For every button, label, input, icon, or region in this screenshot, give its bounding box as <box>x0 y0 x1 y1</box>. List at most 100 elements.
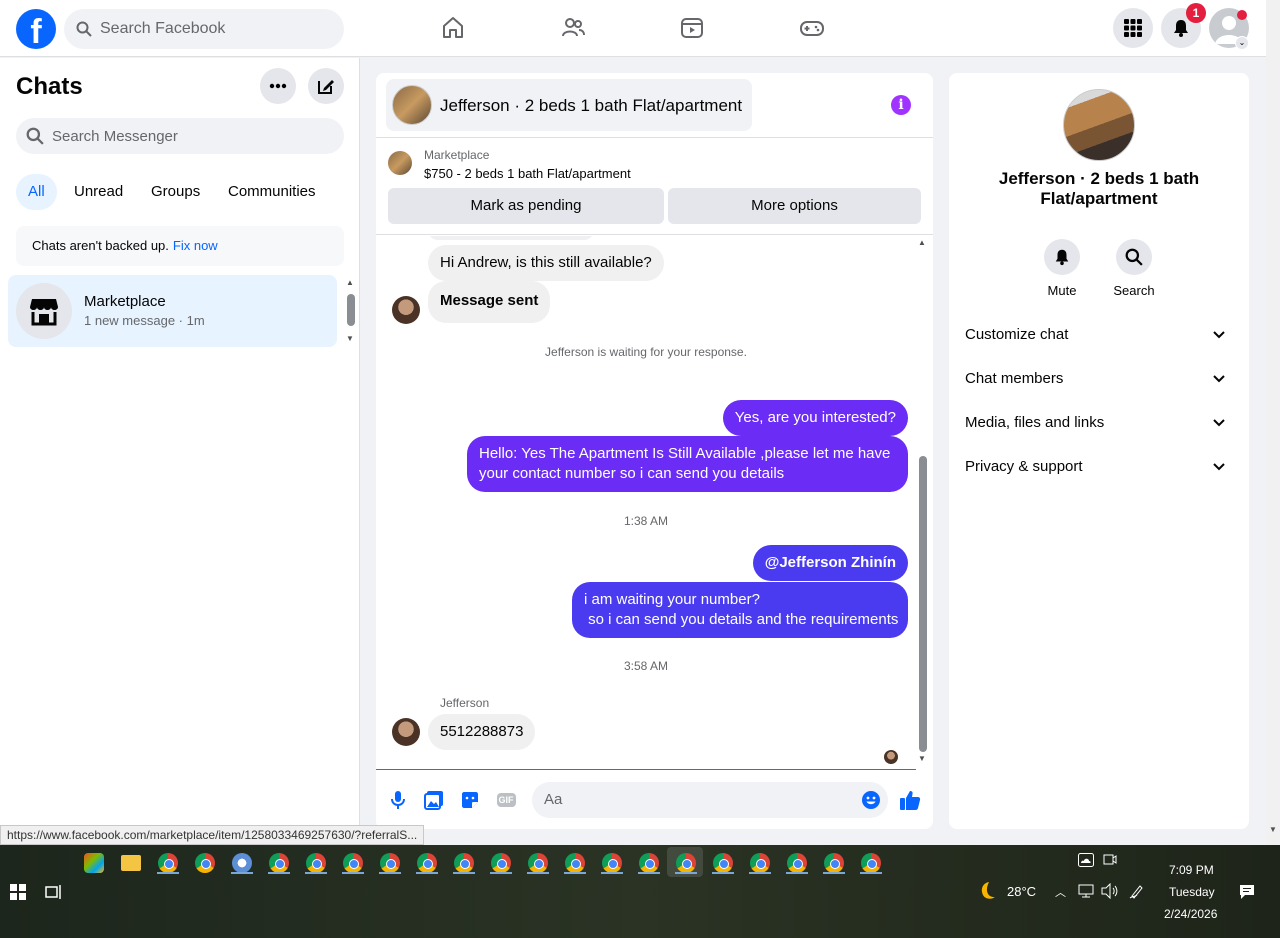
fix-now-link[interactable]: Fix now <box>173 238 218 253</box>
video-icon[interactable] <box>678 14 706 42</box>
chrome-icon[interactable] <box>824 853 844 873</box>
info-icon[interactable]: i <box>891 95 911 115</box>
chrome-icon[interactable] <box>639 853 659 873</box>
chrome-icon[interactable] <box>528 853 548 873</box>
copilot-icon[interactable] <box>84 853 104 873</box>
chrome-icon[interactable] <box>676 853 696 873</box>
chat-list-item-marketplace[interactable]: Marketplace 1 new message · 1m <box>8 275 337 347</box>
scroll-up-arrow-icon[interactable]: ▲ <box>346 278 354 287</box>
conversation-header-button[interactable]: Jefferson · 2 beds 1 bath Flat/apartment <box>386 79 752 131</box>
app-icon[interactable] <box>232 853 252 873</box>
scroll-down-arrow-icon[interactable]: ▼ <box>346 334 354 343</box>
facebook-logo-icon[interactable]: f <box>16 9 56 49</box>
message-list[interactable]: Hi Andrew, is this still available? Mess… <box>376 236 916 768</box>
sticker-icon[interactable] <box>459 789 481 811</box>
listing-price-title[interactable]: $750 - 2 beds 1 bath Flat/apartment <box>424 166 631 181</box>
chrome-icon[interactable] <box>417 853 437 873</box>
sender-avatar[interactable] <box>392 718 420 746</box>
thumbs-up-icon[interactable] <box>899 789 921 811</box>
new-message-button[interactable] <box>308 68 344 104</box>
chrome-icon[interactable] <box>861 853 881 873</box>
meet-icon[interactable] <box>1103 853 1117 871</box>
listing-photo[interactable] <box>1063 89 1135 161</box>
chat-members-section[interactable]: Chat members <box>965 361 1233 397</box>
taskbar-running-indicator <box>416 872 438 874</box>
bell-icon <box>1044 239 1080 275</box>
emoji-icon[interactable] <box>860 789 882 811</box>
search-in-conversation-button[interactable]: Search <box>1104 239 1164 298</box>
details-title: Jefferson · 2 beds 1 bath Flat/apartment <box>998 169 1200 208</box>
chat-item-name: Marketplace <box>84 293 166 310</box>
message-bubble-incoming: 5512288873 <box>428 714 536 750</box>
chrome-icon[interactable] <box>787 853 807 873</box>
chat-list-scrollbar[interactable]: ▲ ▼ <box>345 278 357 346</box>
message-input[interactable]: Aa <box>532 782 888 818</box>
mute-button[interactable]: Mute <box>1032 239 1092 298</box>
more-options-button[interactable]: More options <box>668 188 921 224</box>
chrome-icon[interactable] <box>380 853 400 873</box>
temperature[interactable]: 28°C <box>1007 884 1036 899</box>
chevron-down-icon[interactable]: ⌄ <box>1235 36 1249 50</box>
tab-groups[interactable]: Groups <box>139 174 212 210</box>
tab-unread[interactable]: Unread <box>62 174 135 210</box>
scroll-thumb[interactable] <box>919 456 927 752</box>
message-bubble-outgoing: Hello: Yes The Apartment Is Still Availa… <box>467 436 908 492</box>
chrome-icon[interactable] <box>565 853 585 873</box>
clock-day[interactable]: Tuesday <box>1169 885 1215 899</box>
chrome-icon[interactable] <box>343 853 363 873</box>
microphone-icon[interactable] <box>387 789 409 811</box>
mark-as-pending-button[interactable]: Mark as pending <box>388 188 664 224</box>
taskbar-running-indicator <box>453 872 475 874</box>
chat-options-button[interactable] <box>260 68 296 104</box>
taskbar-running-indicator <box>268 872 290 874</box>
weather-moon-icon[interactable] <box>975 880 997 906</box>
scroll-down-arrow-icon[interactable]: ▼ <box>1269 825 1277 834</box>
gif-icon[interactable]: GIF <box>495 789 517 811</box>
customize-chat-section[interactable]: Customize chat <box>965 317 1233 353</box>
facebook-search-input[interactable]: Search Facebook <box>64 9 344 49</box>
taskbar-running-indicator <box>379 872 401 874</box>
chrome-icon[interactable] <box>713 853 733 873</box>
privacy-support-section[interactable]: Privacy & support <box>965 449 1233 485</box>
windows-start-icon[interactable] <box>10 884 26 904</box>
timestamp: 3:58 AM <box>623 659 669 673</box>
pen-icon[interactable] <box>1129 883 1145 903</box>
gaming-icon[interactable] <box>798 14 826 42</box>
scroll-down-arrow-icon[interactable]: ▼ <box>918 754 926 763</box>
volume-icon[interactable] <box>1101 882 1119 903</box>
chevron-down-icon <box>1213 361 1225 411</box>
file-explorer-icon[interactable] <box>121 855 141 871</box>
task-view-icon[interactable] <box>45 884 63 904</box>
onedrive-icon[interactable] <box>1078 853 1094 871</box>
scroll-up-arrow-icon[interactable]: ▲ <box>918 238 926 247</box>
conversation-panel: Jefferson · 2 beds 1 bath Flat/apartment… <box>376 73 933 829</box>
chrome-icon[interactable] <box>269 853 289 873</box>
message-scrollbar[interactable]: ▲ ▼ <box>917 238 929 764</box>
scroll-thumb[interactable] <box>347 294 355 326</box>
sender-avatar[interactable] <box>392 296 420 324</box>
network-icon[interactable] <box>1078 884 1094 902</box>
notifications-button[interactable]: 1 <box>1161 3 1206 48</box>
notification-center-icon[interactable] <box>1239 884 1255 904</box>
home-icon[interactable] <box>439 14 467 42</box>
friends-icon[interactable] <box>559 14 587 42</box>
chrome-icon[interactable] <box>602 853 622 873</box>
page-scrollbar[interactable]: ▼ <box>1266 0 1280 845</box>
chrome-icon[interactable] <box>158 853 178 873</box>
messenger-search-input[interactable]: Search Messenger <box>16 118 344 154</box>
media-files-links-section[interactable]: Media, files and links <box>965 405 1233 441</box>
messenger-search-placeholder: Search Messenger <box>52 127 178 145</box>
taskbar-running-indicator <box>638 872 660 874</box>
tab-all[interactable]: All <box>16 174 57 210</box>
clock-date[interactable]: 2/24/2026 <box>1164 907 1217 921</box>
chrome-icon[interactable] <box>195 853 215 873</box>
chrome-icon[interactable] <box>306 853 326 873</box>
chevron-up-icon[interactable]: ︿ <box>1055 884 1066 900</box>
clock-time[interactable]: 7:09 PM <box>1169 863 1214 877</box>
tab-communities[interactable]: Communities <box>216 174 328 210</box>
chrome-icon[interactable] <box>491 853 511 873</box>
photo-icon[interactable] <box>423 789 445 811</box>
menu-grid-button[interactable] <box>1113 8 1153 48</box>
chrome-icon[interactable] <box>750 853 770 873</box>
chrome-icon[interactable] <box>454 853 474 873</box>
